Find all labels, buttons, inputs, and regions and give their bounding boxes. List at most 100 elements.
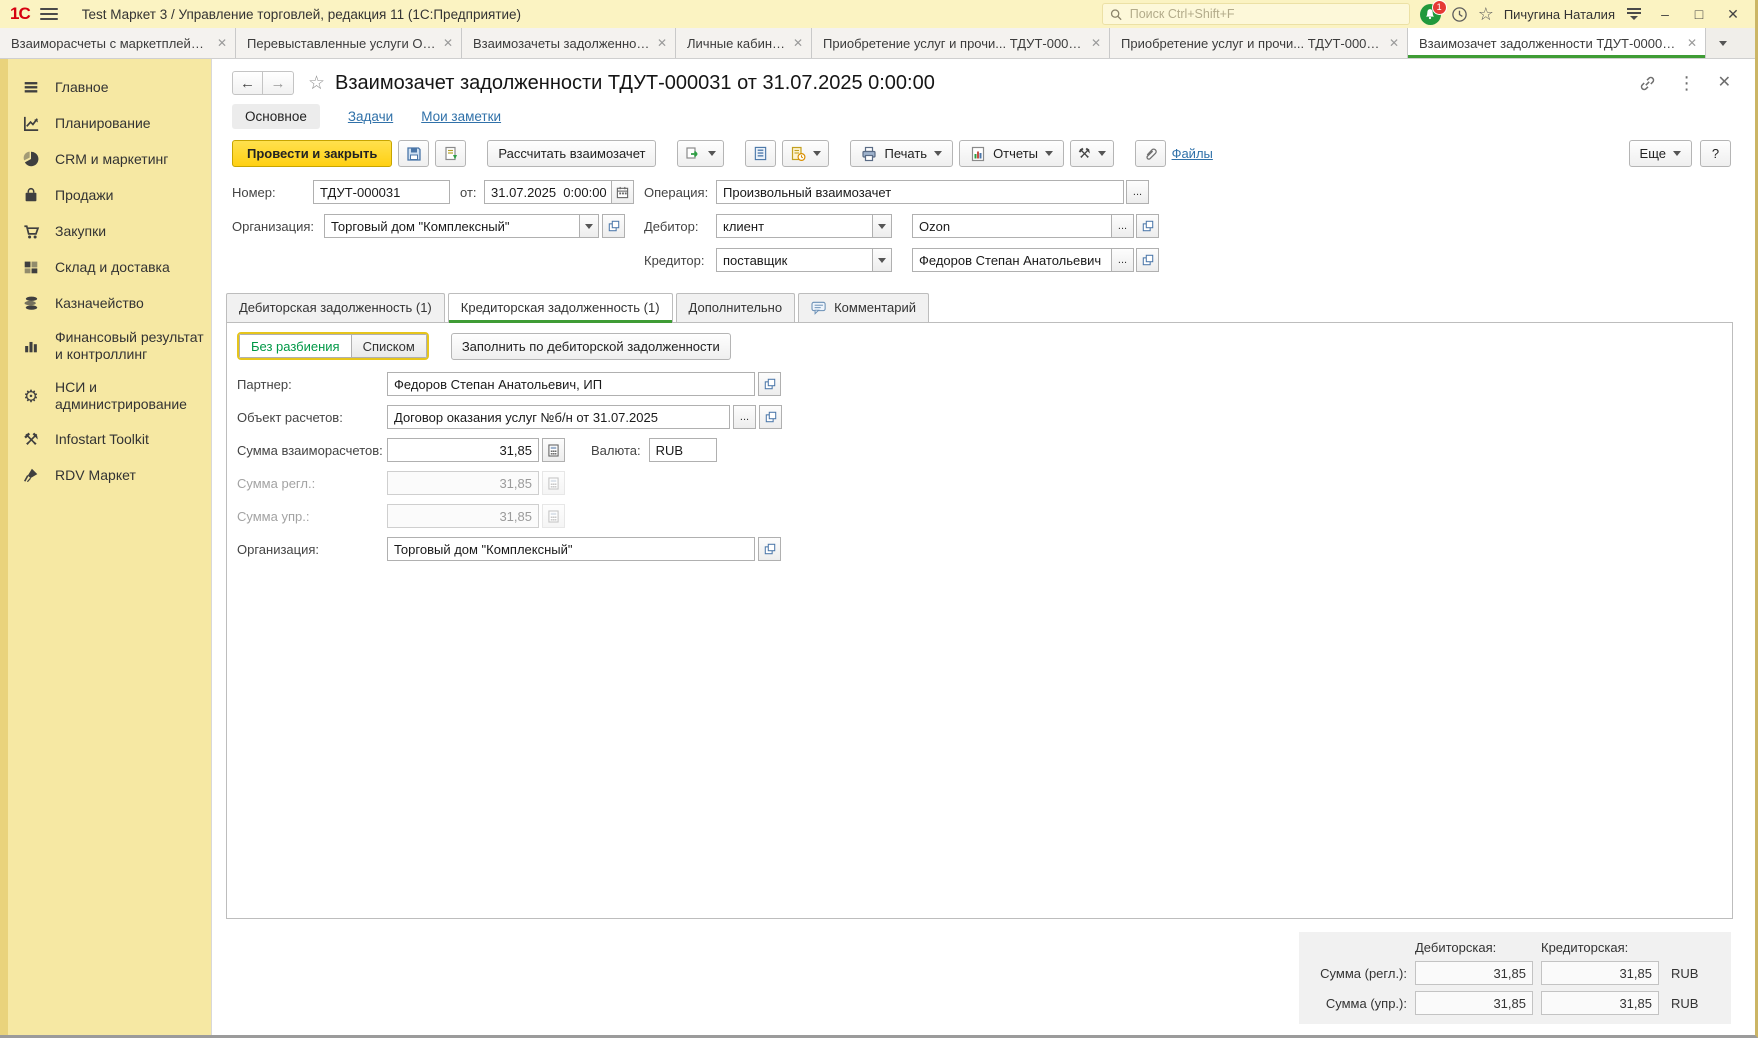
print-button[interactable]: Печать — [850, 140, 953, 167]
settlement-object-field[interactable]: Договор оказания услуг №б/н от 31.07.202… — [387, 405, 730, 429]
creditor-type-combo[interactable]: поставщик — [716, 248, 873, 272]
panel-organization-field[interactable]: Торговый дом "Комплексный" — [387, 537, 755, 561]
sum-reg-debit-field[interactable]: 31,85 — [1415, 961, 1533, 985]
sidebar-item-crm[interactable]: CRM и маркетинг — [0, 141, 211, 177]
number-field[interactable]: ТДУТ-000031 — [313, 180, 450, 204]
registers-list-button[interactable] — [745, 140, 776, 167]
panel-organization-open-button[interactable] — [758, 537, 781, 561]
sum-reg-credit-field[interactable]: 31,85 — [1541, 961, 1659, 985]
sidebar-item-sklad[interactable]: Склад и доставка — [0, 249, 211, 285]
service-tools-button[interactable]: ⚒ — [1070, 140, 1114, 167]
favorite-star-icon[interactable]: ☆ — [308, 72, 325, 95]
tab-close-icon[interactable]: ✕ — [793, 36, 803, 50]
notifications-icon[interactable]: 1 — [1420, 4, 1441, 25]
tab-vzaimozachety[interactable]: Взаимозачеты задолженности ✕ — [462, 28, 676, 58]
global-search[interactable] — [1102, 3, 1410, 25]
get-link-icon[interactable] — [1639, 75, 1656, 92]
debtor-open-button[interactable] — [1136, 214, 1159, 238]
create-based-on-button[interactable] — [677, 140, 724, 167]
nav-tab-osnovnoe[interactable]: Основное — [232, 104, 320, 129]
sum-mgmt-debit-field[interactable]: 31,85 — [1415, 991, 1533, 1015]
date-field[interactable]: 31.07.2025 0:00:00 — [484, 180, 612, 204]
organization-open-button[interactable] — [602, 214, 625, 238]
toggle-list[interactable]: Списком — [352, 334, 427, 358]
search-input[interactable] — [1128, 6, 1402, 22]
history-icon[interactable] — [1451, 6, 1468, 23]
more-actions-icon[interactable]: ⋮ — [1678, 74, 1696, 92]
operation-choose-button[interactable]: ... — [1126, 180, 1149, 204]
tab-close-icon[interactable]: ✕ — [217, 36, 227, 50]
user-menu[interactable]: Пичугина Наталия — [1504, 7, 1615, 22]
tab-priobretenie-000031[interactable]: Приобретение услуг и прочи... ТДУТ-00003… — [1110, 28, 1408, 58]
tab-credit-debt[interactable]: Кредиторская задолженность (1) — [448, 293, 673, 323]
close-window-button[interactable]: ✕ — [1721, 0, 1745, 28]
tab-close-icon[interactable]: ✕ — [657, 36, 667, 50]
tab-close-icon[interactable]: ✕ — [443, 36, 453, 50]
save-button[interactable] — [398, 140, 429, 167]
amount-reg-field[interactable]: 31,85 — [387, 471, 539, 495]
post-and-close-button[interactable]: Провести и закрыть — [232, 140, 392, 167]
sidebar-item-prodazhi[interactable]: Продажи — [0, 177, 211, 213]
nav-link-zametki[interactable]: Мои заметки — [421, 109, 501, 124]
organization-combo[interactable]: Торговый дом "Комплексный" — [324, 214, 580, 238]
fill-by-debit-button[interactable]: Заполнить по дебиторской задолженности — [451, 333, 731, 360]
service-menu-icon[interactable] — [1625, 8, 1643, 20]
help-button[interactable]: ? — [1700, 140, 1731, 167]
amount-field[interactable]: 31,85 — [387, 438, 539, 462]
tab-priobretenie-000003[interactable]: Приобретение услуг и прочи... ТДУТ-00000… — [812, 28, 1110, 58]
tab-perevystavlennye-uslugi[interactable]: Перевыставленные услуги Ozon ✕ — [236, 28, 462, 58]
creditor-field[interactable]: Федоров Степан Анатольевич — [912, 248, 1112, 272]
amount-mgmt-calc-button[interactable] — [542, 504, 565, 528]
favorites-star-icon[interactable]: ☆ — [1478, 5, 1494, 23]
sidebar-item-kaznacheystvo[interactable]: Казначейство — [0, 285, 211, 321]
doc-journal-button[interactable] — [782, 140, 829, 167]
operation-field[interactable]: Произвольный взаимозачет — [716, 180, 1124, 204]
tab-vzaimozachet-000031-active[interactable]: Взаимозачет задолженности ТДУТ-000031...… — [1408, 28, 1706, 58]
amount-calc-button[interactable] — [542, 438, 565, 462]
maximize-button[interactable]: □ — [1687, 0, 1711, 28]
settlement-choose-button[interactable]: ... — [733, 405, 756, 429]
debtor-type-dropdown-button[interactable] — [872, 214, 892, 238]
tab-comment[interactable]: Комментарий — [798, 293, 929, 322]
calculate-offset-button[interactable]: Рассчитать взаимозачет — [487, 140, 656, 167]
sum-mgmt-credit-field[interactable]: 31,85 — [1541, 991, 1659, 1015]
amount-reg-calc-button[interactable] — [542, 471, 565, 495]
files-link[interactable]: Файлы — [1172, 146, 1213, 161]
close-document-icon[interactable]: ✕ — [1718, 75, 1731, 91]
partner-open-button[interactable] — [758, 372, 781, 396]
tab-lichnye-kabinety[interactable]: Личные кабинеты ✕ — [676, 28, 812, 58]
attachments-button[interactable] — [1135, 140, 1166, 167]
settlement-open-button[interactable] — [759, 405, 782, 429]
tab-close-icon[interactable]: ✕ — [1687, 36, 1697, 50]
currency-field[interactable]: RUB — [649, 438, 717, 462]
tab-additional[interactable]: Дополнительно — [676, 293, 796, 322]
tab-debit-debt[interactable]: Дебиторская задолженность (1) — [226, 293, 445, 322]
debtor-field[interactable]: Ozon — [912, 214, 1112, 238]
partner-field[interactable]: Федоров Степан Анатольевич, ИП — [387, 372, 755, 396]
tab-close-icon[interactable]: ✕ — [1389, 36, 1399, 50]
calendar-button[interactable] — [611, 180, 634, 204]
more-button[interactable]: Еще — [1629, 140, 1692, 167]
sidebar-item-finrezultat[interactable]: Финансовый результат и контроллинг — [0, 321, 211, 371]
tab-vzaimoraschety-marketpleisy[interactable]: Взаиморасчеты с маркетплейсами ✕ — [0, 28, 236, 58]
sidebar-item-infostart[interactable]: ⚒ Infostart Toolkit — [0, 421, 211, 457]
debtor-choose-button[interactable]: ... — [1111, 214, 1134, 238]
organization-dropdown-button[interactable] — [579, 214, 599, 238]
main-menu-icon[interactable] — [40, 8, 58, 20]
toggle-no-split[interactable]: Без разбиения — [239, 334, 352, 358]
back-button[interactable]: ← — [232, 71, 263, 95]
sidebar-item-rdv[interactable]: RDV Маркет — [0, 457, 211, 493]
sidebar-item-glavnoe[interactable]: Главное — [0, 69, 211, 105]
debtor-type-combo[interactable]: клиент — [716, 214, 873, 238]
amount-mgmt-field[interactable]: 31,85 — [387, 504, 539, 528]
post-document-button[interactable] — [435, 140, 466, 167]
sidebar-item-planirovanie[interactable]: Планирование — [0, 105, 211, 141]
tab-overflow-dropdown[interactable] — [1706, 28, 1740, 58]
tab-close-icon[interactable]: ✕ — [1091, 36, 1101, 50]
minimize-button[interactable]: – — [1653, 0, 1677, 28]
sidebar-item-zakupki[interactable]: Закупки — [0, 213, 211, 249]
forward-button[interactable]: → — [263, 71, 294, 95]
creditor-open-button[interactable] — [1136, 248, 1159, 272]
creditor-type-dropdown-button[interactable] — [872, 248, 892, 272]
nav-link-zadachi[interactable]: Задачи — [348, 109, 393, 124]
